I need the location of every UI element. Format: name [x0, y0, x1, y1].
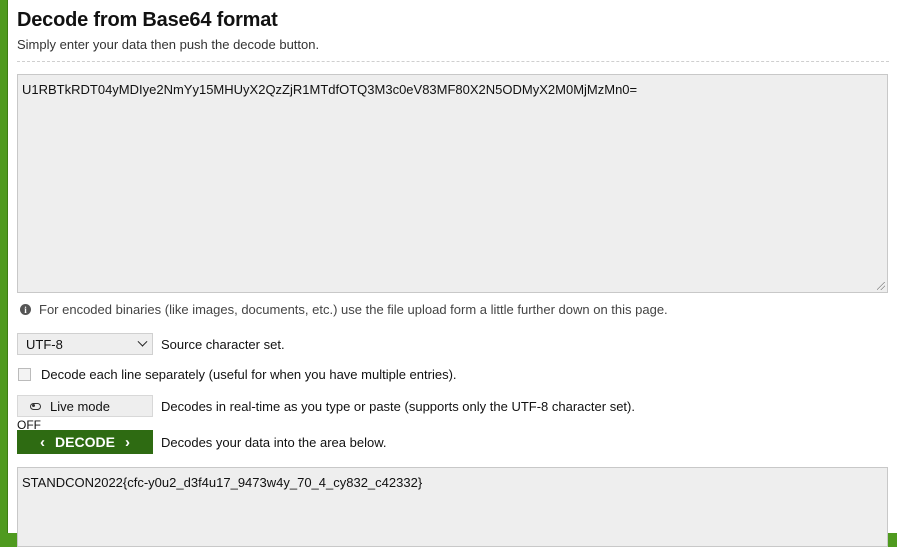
charset-label: Source character set.: [161, 336, 285, 352]
charset-row: UTF-8 Source character set.: [17, 333, 285, 355]
info-text: For encoded binaries (like images, docum…: [39, 302, 668, 317]
live-mode-description: Decodes in real-time as you type or past…: [161, 398, 635, 414]
chevron-right-icon: ›: [124, 433, 130, 451]
live-mode-toggle[interactable]: Live mode: [17, 395, 153, 417]
page-subtitle: Simply enter your data then push the dec…: [17, 37, 320, 52]
output-value: STANDCON2022{cfc-y0u2_d3f4u17_9473w4y_70…: [22, 475, 423, 490]
decode-description: Decodes your data into the area below.: [161, 434, 387, 450]
page-title: Decode from Base64 format: [17, 9, 278, 31]
live-mode-label: Live mode: [50, 398, 110, 414]
divider: [17, 61, 889, 62]
chevron-down-icon: [137, 336, 148, 347]
toggle-icon: [30, 402, 41, 410]
each-line-label: Decode each line separately (useful for …: [41, 367, 457, 382]
base64-input-textarea[interactable]: U1RBTkRDT04yMDIye2NmYy15MHUyX2QzZjR1MTdf…: [17, 74, 888, 293]
decode-row: ‹ DECODE › Decodes your data into the ar…: [17, 430, 386, 454]
info-note: i For encoded binaries (like images, doc…: [20, 302, 668, 317]
charset-select[interactable]: UTF-8: [17, 333, 153, 355]
input-value: U1RBTkRDT04yMDIye2NmYy15MHUyX2QzZjR1MTdf…: [22, 82, 638, 97]
decode-button-label: DECODE: [55, 434, 115, 450]
info-icon: i: [20, 304, 31, 315]
resize-handle-icon[interactable]: [877, 282, 885, 290]
decoder-panel: Decode from Base64 format Simply enter y…: [7, 0, 897, 547]
decoded-output-textarea[interactable]: STANDCON2022{cfc-y0u2_d3f4u17_9473w4y_70…: [17, 467, 888, 547]
live-mode-row: Live mode Decodes in real-time as you ty…: [17, 395, 635, 417]
charset-selected-value: UTF-8: [26, 336, 63, 352]
each-line-row: Decode each line separately (useful for …: [17, 367, 457, 382]
chevron-left-icon: ‹: [40, 433, 46, 451]
each-line-checkbox[interactable]: [18, 368, 31, 381]
decode-button[interactable]: ‹ DECODE ›: [17, 430, 153, 454]
